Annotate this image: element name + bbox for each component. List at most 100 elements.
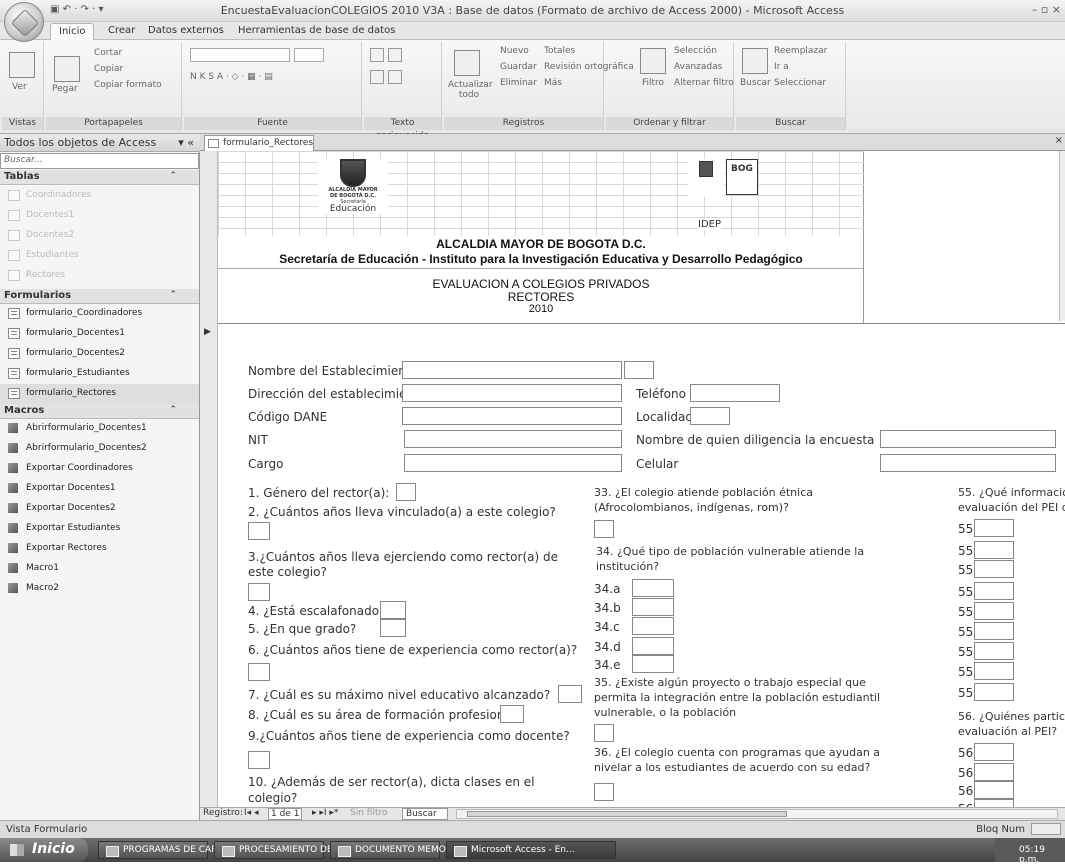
nav-macro[interactable]: Macro2 [0, 579, 199, 599]
q34b-field[interactable] [632, 598, 674, 616]
cortar-button[interactable]: Cortar [94, 48, 122, 58]
nav-section-formularios[interactable]: Formularios ⌃ [0, 289, 199, 304]
nav-macro[interactable]: Exportar Docentes2 [0, 499, 199, 519]
guardar-button[interactable]: Guardar [500, 62, 537, 72]
localidad-field[interactable] [690, 407, 730, 425]
tab-crear[interactable]: Crear [100, 23, 143, 40]
nav-table-coordinadores[interactable]: Coordinadores [0, 186, 199, 206]
eliminar-button[interactable]: Eliminar [500, 78, 537, 88]
nav-section-macros[interactable]: Macros ⌃ [0, 404, 199, 419]
nav-macro[interactable]: Exportar Rectores [0, 539, 199, 559]
refresh-icon[interactable] [454, 50, 480, 76]
nav-table-rectores[interactable]: Rectores [0, 266, 199, 286]
actualizar-button[interactable]: Actualizar todo [448, 80, 493, 100]
dane-field[interactable] [402, 407, 622, 425]
nav-macro[interactable]: Abrirformulario_Docentes1 [0, 419, 199, 439]
nav-table-docentes1[interactable]: Docentes1 [0, 206, 199, 226]
paste-icon[interactable] [54, 56, 80, 82]
view-switcher-icon[interactable] [1031, 823, 1061, 835]
copiar-formato-button[interactable]: Copiar formato [94, 80, 162, 90]
q1-field[interactable] [396, 483, 416, 501]
binoculars-icon[interactable] [742, 48, 768, 74]
nav-table-docentes2[interactable]: Docentes2 [0, 226, 199, 246]
nav-macro[interactable]: Macro1 [0, 559, 199, 579]
q36-field[interactable] [594, 783, 614, 801]
vertical-scrollbar[interactable] [1059, 151, 1065, 321]
q8-field[interactable] [500, 705, 524, 723]
record-search-input[interactable]: Buscar [402, 808, 448, 820]
close-icon[interactable]: × [1055, 135, 1063, 146]
nav-header[interactable]: Todos los objetos de Access ▾ « [0, 134, 200, 152]
ir-a-button[interactable]: Ir a [774, 62, 789, 72]
no-filter-button[interactable]: Sin filtro [350, 808, 388, 818]
q2-field[interactable] [248, 522, 270, 540]
taskbar-item[interactable]: PROCESAMIENTO DE... [214, 841, 341, 859]
outdent-icon[interactable] [388, 48, 402, 62]
nuevo-button[interactable]: Nuevo [500, 46, 529, 56]
q55i-field[interactable] [974, 683, 1014, 701]
q55f-field[interactable] [974, 622, 1014, 640]
q55a-field[interactable] [974, 519, 1014, 537]
format-buttons[interactable]: N K S A · ◇ · ▦ · ▤ [190, 72, 273, 82]
nombre-extra-field[interactable] [624, 361, 654, 379]
celular-field[interactable] [880, 454, 1056, 472]
list-icon[interactable] [370, 70, 384, 84]
q56d-field[interactable] [974, 799, 1014, 807]
q6-field[interactable] [248, 663, 270, 681]
quien-field[interactable] [880, 430, 1056, 448]
q56c-field[interactable] [974, 781, 1014, 799]
taskbar-item[interactable]: DOCUMENTO MEMOR... [330, 841, 460, 859]
nav-macro[interactable]: Exportar Docentes1 [0, 479, 199, 499]
reemplazar-button[interactable]: Reemplazar [774, 46, 827, 56]
tab-formulario-rectores[interactable]: formulario_Rectores [204, 135, 314, 151]
nav-table-estudiantes[interactable]: Estudiantes [0, 246, 199, 266]
q56b-field[interactable] [974, 763, 1014, 781]
seleccionar-button[interactable]: Seleccionar [774, 78, 826, 88]
seleccion-button[interactable]: Selección [674, 46, 717, 56]
q34c-field[interactable] [632, 617, 674, 635]
window-controls[interactable]: – ▫ × [1032, 3, 1061, 16]
q4-field[interactable] [380, 601, 406, 619]
nav-section-tablas[interactable]: Tablas ⌃ [0, 170, 199, 185]
nav-form-estudiantes[interactable]: formulario_Estudiantes [0, 364, 199, 384]
telefono-field[interactable] [690, 384, 780, 402]
q7-field[interactable] [558, 685, 582, 703]
tab-inicio[interactable]: Inicio [50, 23, 95, 40]
collapse-icon[interactable]: ▾ « [178, 136, 194, 149]
copiar-button[interactable]: Copiar [94, 64, 123, 74]
nav-form-rectores[interactable]: formulario_Rectores [0, 384, 199, 404]
font-name-combo[interactable] [190, 48, 290, 62]
alternar-filtro-button[interactable]: Alternar filtro [674, 78, 734, 88]
q5-field[interactable] [380, 619, 406, 637]
taskbar-item-access[interactable]: Microsoft Access - En... [446, 841, 616, 859]
filter-icon[interactable] [640, 48, 666, 74]
font-size-combo[interactable] [294, 48, 324, 62]
nav-search-input[interactable]: Buscar... [0, 153, 199, 169]
pegar-button[interactable]: Pegar [52, 84, 78, 94]
office-button[interactable] [4, 2, 44, 42]
horizontal-scrollbar[interactable] [456, 809, 1058, 819]
avanzadas-button[interactable]: Avanzadas [674, 62, 722, 72]
direccion-field[interactable] [402, 384, 622, 402]
q34a-field[interactable] [632, 579, 674, 597]
buscar-button[interactable]: Buscar [740, 78, 771, 88]
nit-field[interactable] [404, 430, 622, 448]
q55c-field[interactable] [974, 560, 1014, 578]
q35-field[interactable] [594, 724, 614, 742]
q33-field[interactable] [594, 520, 614, 538]
q55g-field[interactable] [974, 642, 1014, 660]
scroll-thumb[interactable] [467, 811, 787, 817]
next-record-icon[interactable]: ▸ ▸I ▸* [312, 808, 338, 818]
taskbar-item[interactable]: PROGRAMAS DE CAP... [98, 841, 224, 859]
q34e-field[interactable] [632, 655, 674, 673]
nav-macro[interactable]: Abrirformulario_Docentes2 [0, 439, 199, 459]
numbered-list-icon[interactable] [388, 70, 402, 84]
q34d-field[interactable] [632, 637, 674, 655]
q3-field[interactable] [248, 583, 270, 601]
first-record-icon[interactable]: I◂ ◂ [244, 808, 259, 818]
nombre-field[interactable] [402, 361, 622, 379]
cargo-field[interactable] [404, 454, 622, 472]
q55d-field[interactable] [974, 582, 1014, 600]
record-selector[interactable]: ▶ [200, 151, 218, 807]
filtro-button[interactable]: Filtro [642, 78, 664, 88]
